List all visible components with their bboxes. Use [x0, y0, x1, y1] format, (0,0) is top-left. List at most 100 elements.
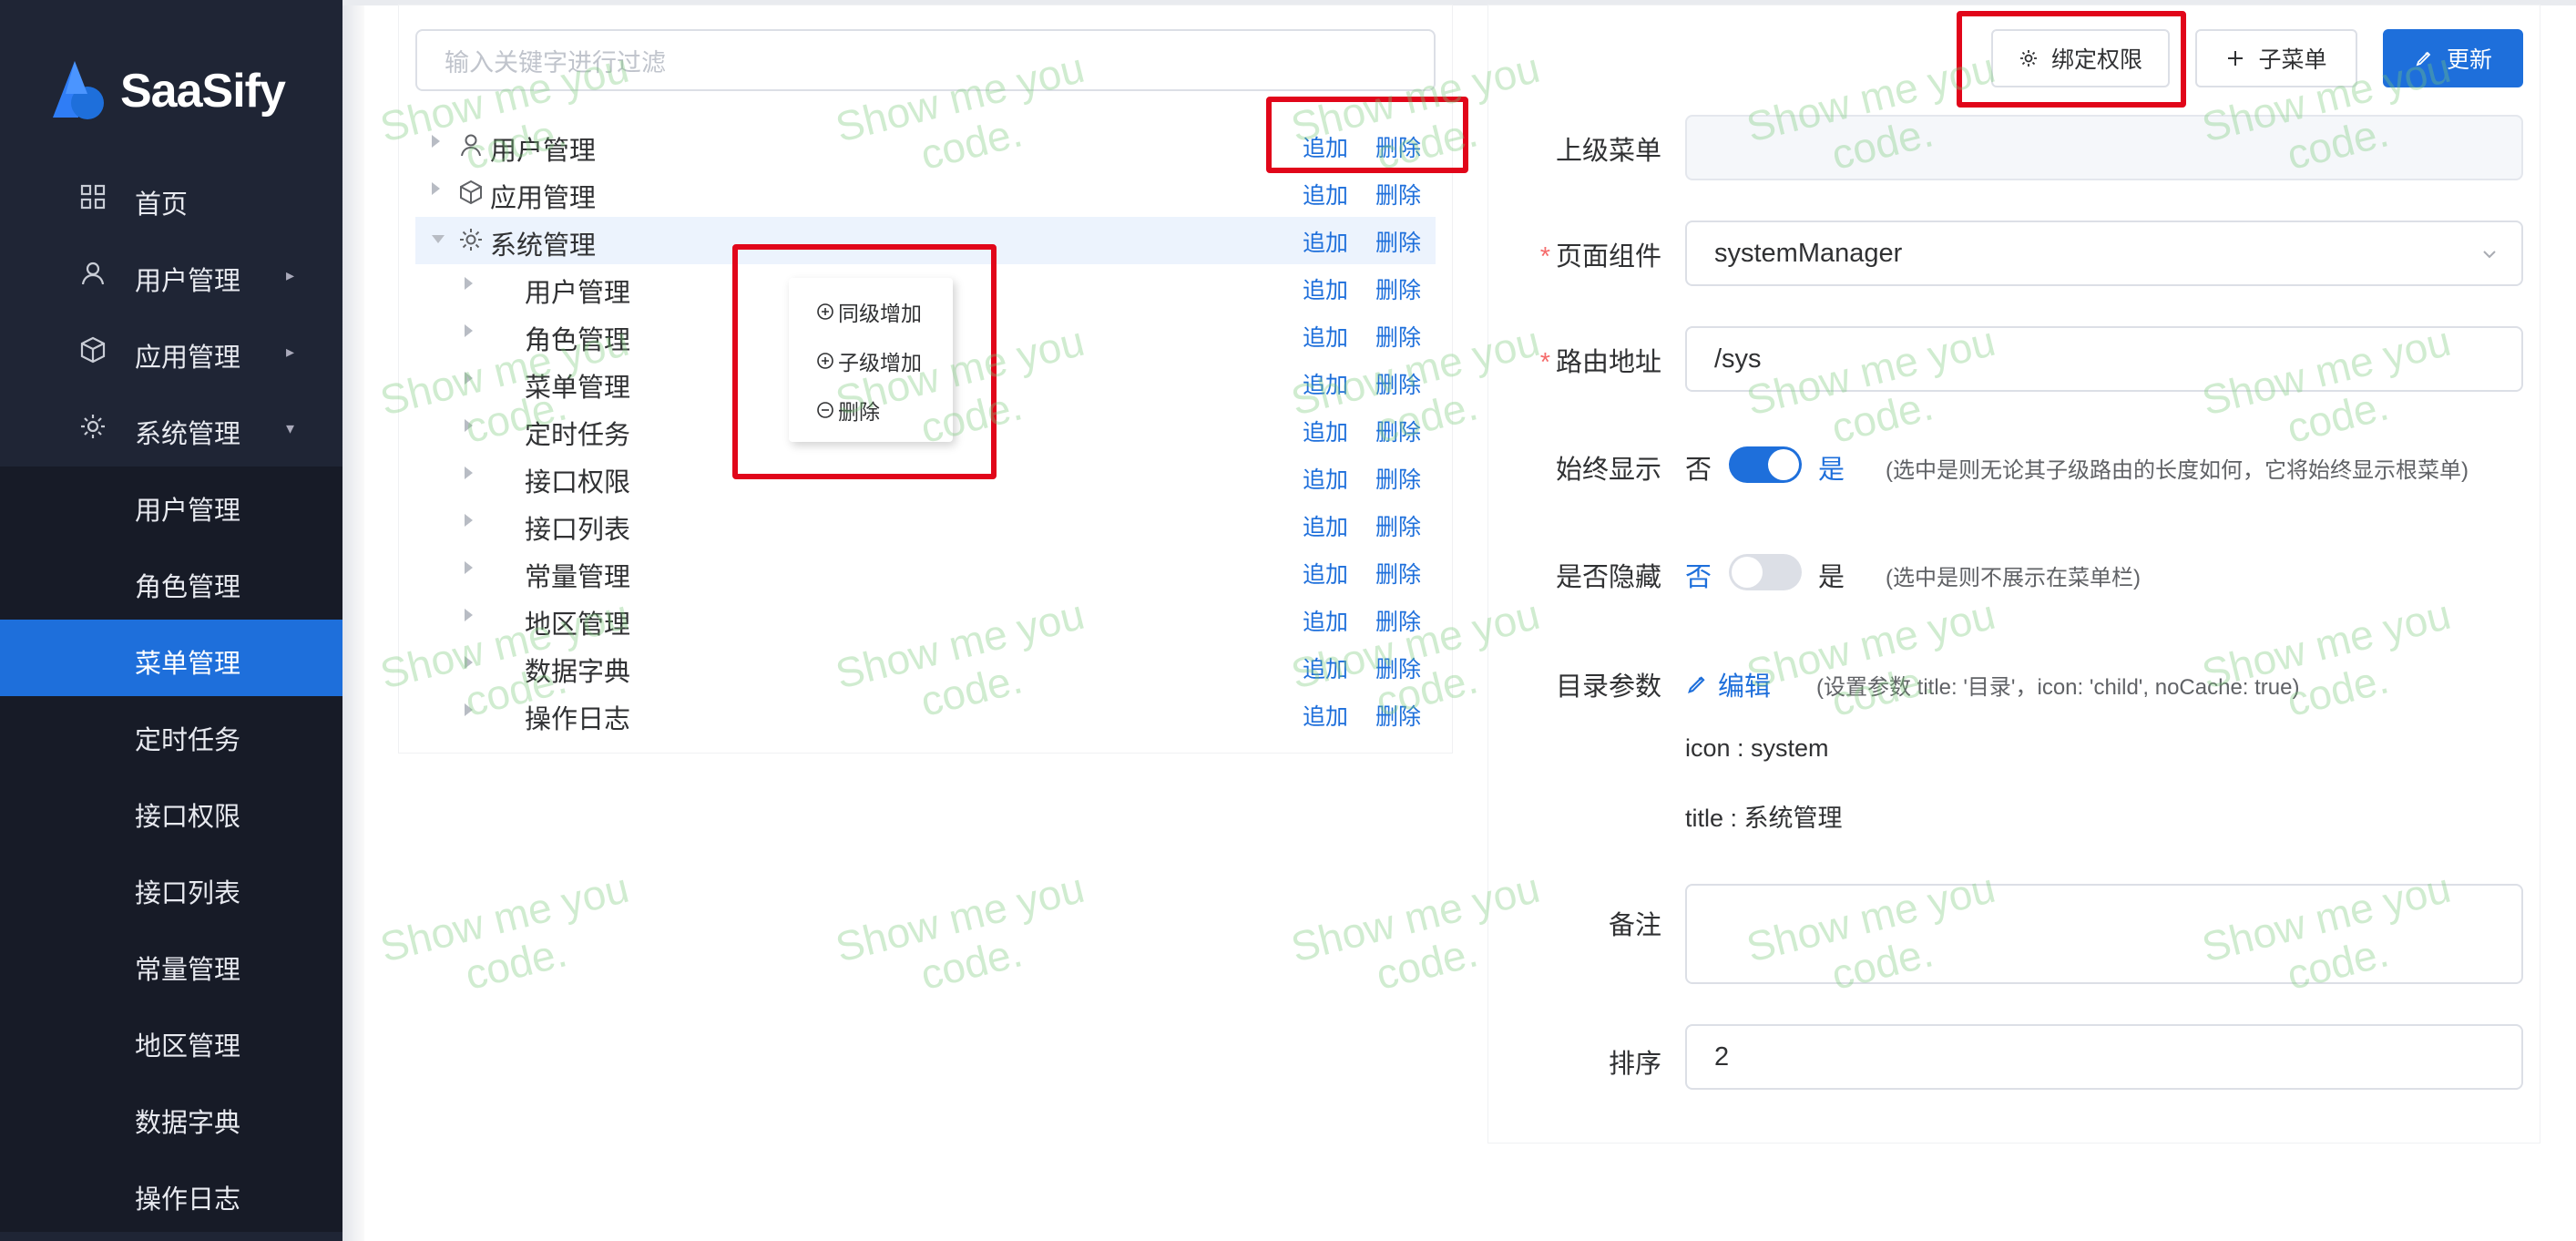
tree-add-button[interactable]: 追加 [1303, 415, 1348, 447]
tree-add-button[interactable]: 追加 [1303, 509, 1348, 542]
caret-down-icon[interactable] [432, 235, 445, 243]
route-label: * 路由地址 [1539, 348, 1661, 377]
sidebar-subitem-menu-management[interactable]: 菜单管理 [0, 620, 342, 696]
remark-label: 备注 [1608, 911, 1661, 940]
sidebar-item-label: 应用管理 [135, 344, 241, 373]
switch-knob [1732, 557, 1763, 588]
tree-add-button[interactable]: 追加 [1303, 651, 1348, 684]
sidebar-subitem-api-permissions[interactable]: 接口权限 [0, 773, 342, 849]
update-button[interactable]: 更新 [2383, 29, 2523, 87]
sidebar-item-label: 首页 [135, 190, 189, 220]
tree-node[interactable]: 用户管理 追加 删除 [415, 122, 1436, 169]
tree-node[interactable]: 系统管理 追加 删除 [415, 217, 1436, 264]
sidebar-item-app-management[interactable]: 应用管理 ▸ [0, 313, 342, 390]
caret-right-icon[interactable] [465, 372, 473, 385]
caret-right-icon[interactable] [465, 277, 473, 290]
grid-icon [80, 184, 106, 210]
caret-right-icon[interactable] [465, 561, 473, 574]
tree-delete-button[interactable]: 删除 [1375, 130, 1421, 163]
sidebar-subitem-dictionary[interactable]: 数据字典 [0, 1079, 342, 1155]
hidden-no[interactable]: 否 [1685, 556, 1712, 594]
tree-node[interactable]: 常量管理 追加 删除 [415, 549, 1436, 596]
context-add-sibling[interactable]: 同级增加 [816, 296, 922, 327]
sidebar-item-system-management[interactable]: 系统管理 ▾ [0, 390, 342, 467]
sort-input[interactable]: 2 [1685, 1024, 2523, 1090]
caret-right-icon[interactable] [465, 703, 473, 716]
context-add-child[interactable]: 子级增加 [816, 345, 922, 376]
tree-delete-button[interactable]: 删除 [1375, 699, 1421, 732]
tree-delete-button[interactable]: 删除 [1375, 178, 1421, 210]
tree-delete-button[interactable]: 删除 [1375, 367, 1421, 400]
tree-delete-button[interactable]: 删除 [1375, 509, 1421, 542]
caret-right-icon[interactable] [465, 419, 473, 432]
sidebar-subitem-regions[interactable]: 地区管理 [0, 1002, 342, 1079]
tree-filter-input[interactable]: 输入关键字进行过滤 [415, 29, 1436, 91]
tree-add-button[interactable]: 追加 [1303, 178, 1348, 210]
context-item-label: 子级增加 [838, 351, 922, 374]
meta-edit-button[interactable]: 编辑 [1685, 665, 1771, 703]
tree-delete-button[interactable]: 删除 [1375, 320, 1421, 353]
always-show-label: 始终显示 [1555, 456, 1661, 485]
sidebar-subitem-constants[interactable]: 常量管理 [0, 926, 342, 1002]
sidebar-subitem-operation-log[interactable]: 操作日志 [0, 1155, 342, 1232]
tree-node[interactable]: 接口权限 追加 删除 [415, 454, 1436, 501]
sidebar-subitem-scheduled-tasks[interactable]: 定时任务 [0, 696, 342, 773]
tree-node[interactable]: 数据字典 追加 删除 [415, 643, 1436, 691]
sidebar-item-label: 菜单管理 [135, 650, 241, 679]
caret-right-icon[interactable] [432, 135, 440, 148]
tree-delete-button[interactable]: 删除 [1375, 272, 1421, 305]
hidden-yes[interactable]: 是 [1818, 556, 1845, 594]
sidebar-item-label: 数据字典 [135, 1109, 241, 1138]
sidebar-subitem-user-management[interactable]: 用户管理 [0, 467, 342, 543]
tree-delete-button[interactable]: 删除 [1375, 225, 1421, 258]
parent-menu-label: 上级菜单 [1555, 137, 1661, 166]
tree-add-button[interactable]: 追加 [1303, 130, 1348, 163]
submenu-button[interactable]: 子菜单 [2195, 29, 2357, 87]
tree-delete-button[interactable]: 删除 [1375, 415, 1421, 447]
user-icon [81, 262, 105, 285]
always-show-no[interactable]: 否 [1685, 448, 1712, 487]
bind-permission-button[interactable]: 绑定权限 [1991, 29, 2170, 87]
tree-node[interactable]: 应用管理 追加 删除 [415, 169, 1436, 217]
sidebar-subitem-api-list[interactable]: 接口列表 [0, 849, 342, 926]
route-input[interactable]: /sys [1685, 326, 2523, 392]
sidebar-item-user-management[interactable]: 用户管理 ▸ [0, 237, 342, 313]
tree-delete-button[interactable]: 删除 [1375, 462, 1421, 495]
meta-label: 目录参数 [1555, 672, 1661, 702]
logo[interactable]: SaaSify [47, 56, 286, 126]
caret-right-icon[interactable] [465, 514, 473, 527]
tree-delete-button[interactable]: 删除 [1375, 651, 1421, 684]
tree-add-button[interactable]: 追加 [1303, 699, 1348, 732]
caret-right-icon[interactable] [465, 324, 473, 337]
tree-add-button[interactable]: 追加 [1303, 604, 1348, 637]
logo-icon [53, 61, 104, 119]
sidebar-item-home[interactable]: 首页 [0, 160, 342, 237]
sidebar-subitem-role-management[interactable]: 角色管理 [0, 543, 342, 620]
tree-add-button[interactable]: 追加 [1303, 320, 1348, 353]
tree-add-button[interactable]: 追加 [1303, 367, 1348, 400]
remark-textarea[interactable] [1685, 884, 2523, 984]
parent-menu-input[interactable] [1685, 115, 2523, 180]
always-show-switch[interactable] [1729, 446, 1802, 483]
tree-add-button[interactable]: 追加 [1303, 462, 1348, 495]
sidebar-item-label: 操作日志 [135, 1185, 241, 1215]
chevron-right-icon: ▸ [286, 342, 295, 361]
component-select[interactable]: systemManager [1685, 221, 2523, 286]
always-show-yes[interactable]: 是 [1818, 448, 1845, 487]
caret-right-icon[interactable] [432, 182, 440, 195]
context-delete[interactable]: 删除 [816, 395, 880, 426]
tree-delete-button[interactable]: 删除 [1375, 604, 1421, 637]
caret-right-icon[interactable] [465, 656, 473, 669]
tree-node[interactable]: 操作日志 追加 删除 [415, 691, 1436, 738]
tree-node[interactable]: 接口列表 追加 删除 [415, 501, 1436, 549]
tree-add-button[interactable]: 追加 [1303, 272, 1348, 305]
tree-delete-button[interactable]: 删除 [1375, 557, 1421, 590]
caret-right-icon[interactable] [465, 467, 473, 479]
tree-add-button[interactable]: 追加 [1303, 557, 1348, 590]
user-icon [457, 131, 485, 159]
hidden-switch[interactable] [1729, 554, 1802, 590]
caret-right-icon[interactable] [465, 609, 473, 621]
tree-add-button[interactable]: 追加 [1303, 225, 1348, 258]
tree-node[interactable]: 地区管理 追加 删除 [415, 596, 1436, 643]
meta-hint: (设置参数 title: '目录'，icon: 'child', noCache… [1816, 675, 2300, 700]
